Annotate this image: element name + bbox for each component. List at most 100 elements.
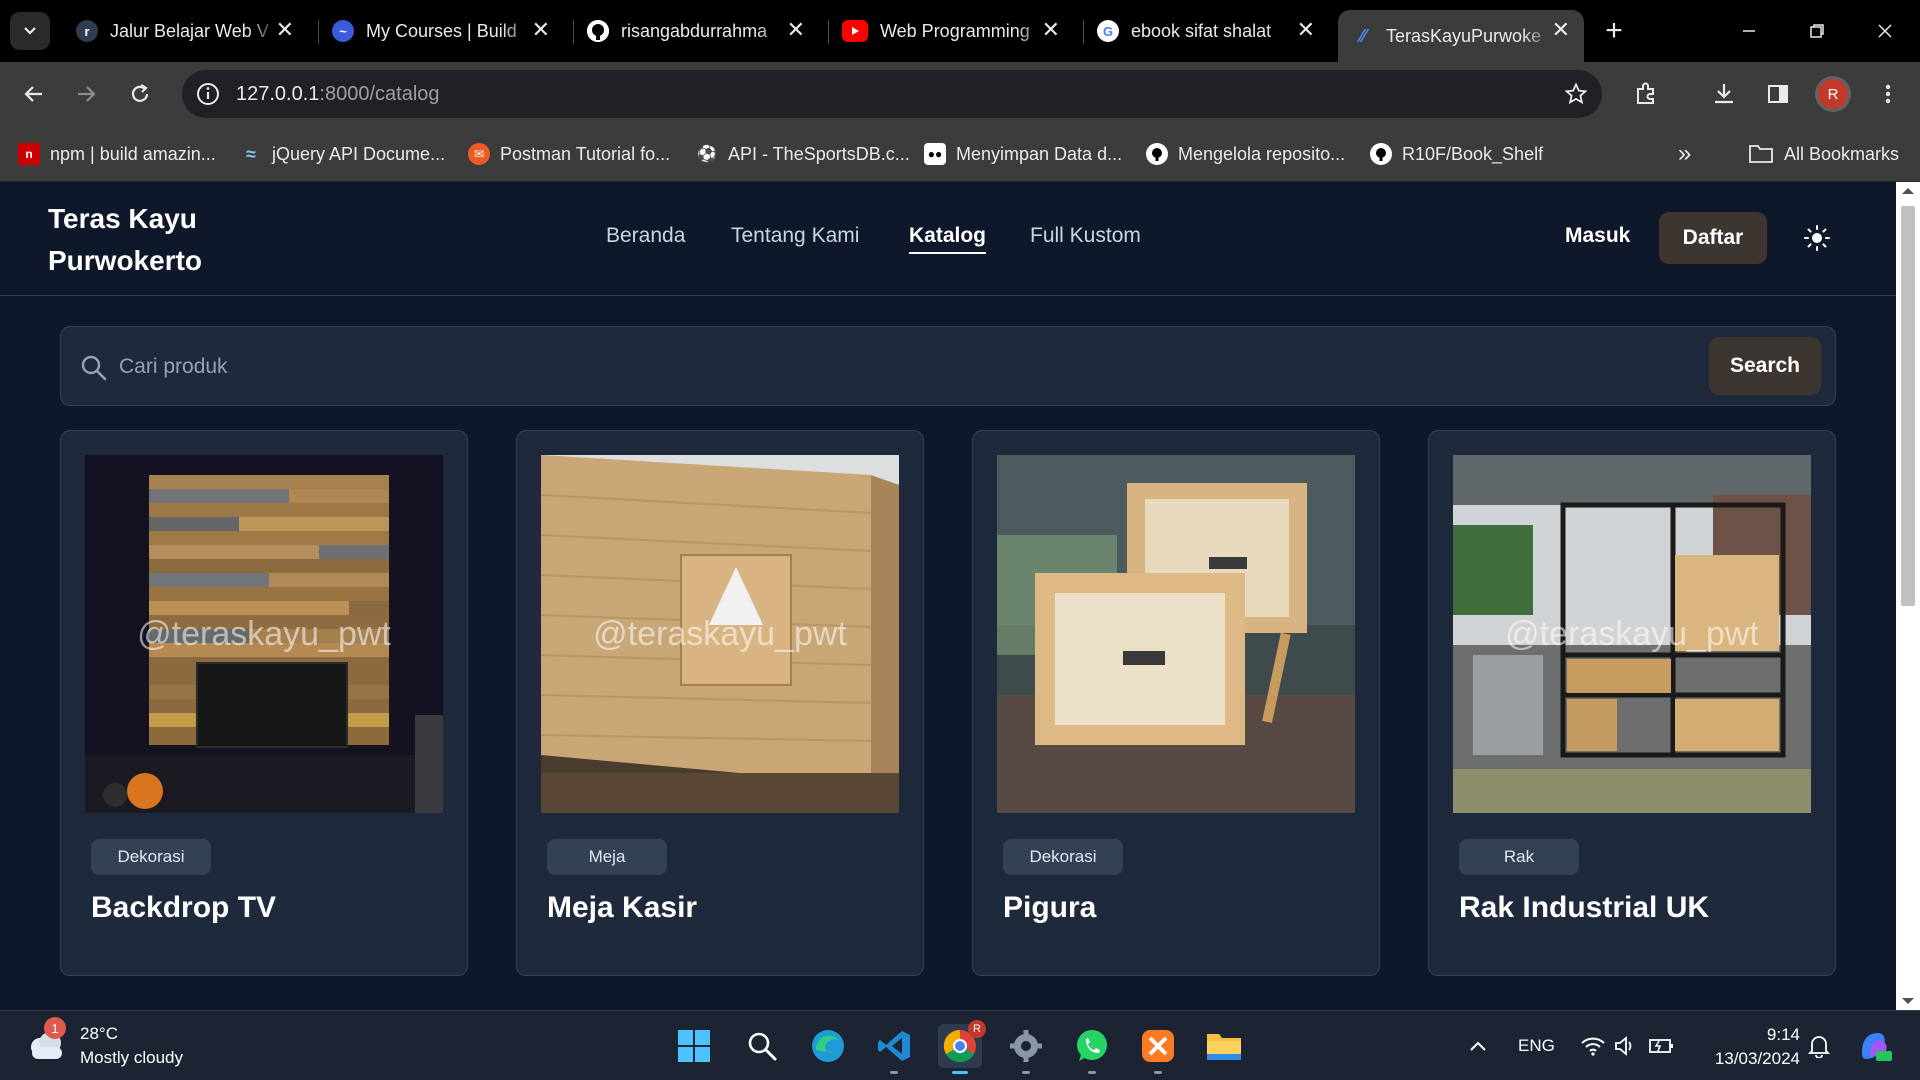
browser-menu-button[interactable] bbox=[1872, 78, 1904, 110]
browser-tab[interactable]: r Jalur Belajar Web V ✕ bbox=[62, 10, 308, 52]
windows-taskbar: 1 28°C Mostly cloudy R ENG 9:14 13/03/20… bbox=[0, 1010, 1920, 1080]
browser-tab[interactable]: Web Programming ✕ bbox=[828, 10, 1074, 52]
extensions-button[interactable] bbox=[1630, 78, 1662, 110]
product-name[interactable]: Pigura bbox=[1003, 891, 1096, 925]
close-tab-icon[interactable]: ✕ bbox=[276, 19, 294, 41]
bookmark-item[interactable]: ⚽ API - TheSportsDB.c... bbox=[696, 140, 910, 168]
notifications-button[interactable] bbox=[1808, 1011, 1830, 1080]
arrow-right-icon bbox=[78, 86, 96, 102]
bookmark-item[interactable]: Mengelola reposito... bbox=[1146, 140, 1345, 168]
bookmark-label: Postman Tutorial fo... bbox=[500, 143, 671, 164]
taskbar-xampp[interactable] bbox=[1136, 1024, 1180, 1074]
taskbar-edge[interactable] bbox=[806, 1024, 850, 1068]
browser-tab[interactable]: ~ My Courses | Build ✕ bbox=[318, 10, 564, 52]
product-card[interactable]: @teraskayu_pwt Rak Rak Industrial UK bbox=[1428, 430, 1836, 976]
bookmark-item[interactable]: ●● Menyimpan Data d... bbox=[924, 140, 1122, 168]
minimize-button[interactable] bbox=[1716, 0, 1782, 62]
clock-time: 9:14 bbox=[1766, 1025, 1800, 1044]
taskbar-chrome[interactable]: R bbox=[938, 1020, 986, 1074]
nav-link-katalog[interactable]: Katalog bbox=[909, 224, 987, 254]
copilot-button[interactable] bbox=[1856, 1011, 1892, 1080]
product-name[interactable]: Backdrop TV bbox=[91, 891, 276, 925]
product-image[interactable]: @teraskayu_pwt bbox=[541, 455, 899, 813]
search-button[interactable]: Search bbox=[1709, 337, 1821, 395]
download-icon bbox=[1715, 84, 1733, 104]
scroll-thumb[interactable] bbox=[1901, 206, 1915, 606]
product-name[interactable]: Meja Kasir bbox=[547, 891, 697, 925]
chevron-up-icon bbox=[1470, 1041, 1486, 1051]
nav-link-beranda[interactable]: Beranda bbox=[606, 224, 685, 248]
page-scrollbar[interactable] bbox=[1896, 182, 1920, 1010]
tray-overflow-button[interactable] bbox=[1468, 1011, 1488, 1080]
back-button[interactable] bbox=[16, 76, 52, 112]
reload-button[interactable] bbox=[122, 76, 158, 112]
star-icon[interactable] bbox=[1564, 82, 1588, 106]
address-bar[interactable]: 127.0.0.1:8000/catalog bbox=[182, 70, 1602, 118]
taskbar-whatsapp[interactable] bbox=[1070, 1024, 1114, 1074]
close-tab-icon[interactable]: ✕ bbox=[1297, 19, 1315, 41]
register-button[interactable]: Daftar bbox=[1659, 212, 1767, 264]
bookmark-item[interactable]: ≈ jQuery API Docume... bbox=[240, 140, 445, 168]
volume-control[interactable] bbox=[1614, 1011, 1638, 1080]
product-search-bar: Search bbox=[60, 326, 1836, 406]
image-watermark: @teraskayu_pwt bbox=[593, 615, 847, 653]
site-logo[interactable]: Teras Kayu Purwokerto bbox=[48, 198, 268, 282]
tab-title: Web Programming bbox=[880, 20, 1030, 41]
bookmark-item[interactable]: n npm | build amazin... bbox=[18, 140, 216, 168]
tab-title: risangabdurrahma bbox=[621, 20, 768, 41]
close-tab-icon[interactable]: ✕ bbox=[1042, 19, 1060, 41]
network-status[interactable] bbox=[1580, 1011, 1606, 1080]
side-panel-button[interactable] bbox=[1762, 78, 1794, 110]
scroll-up-icon[interactable] bbox=[1902, 188, 1914, 194]
close-tab-icon[interactable]: ✕ bbox=[532, 19, 550, 41]
start-button[interactable] bbox=[672, 1024, 716, 1068]
product-image[interactable]: @teraskayu_pwt bbox=[85, 455, 443, 813]
taskbar-file-explorer[interactable] bbox=[1202, 1024, 1246, 1068]
product-card[interactable]: @teraskayu_pwt Meja Meja Kasir bbox=[516, 430, 924, 976]
close-tab-icon[interactable]: ✕ bbox=[787, 19, 805, 41]
nav-link-full-kustom[interactable]: Full Kustom bbox=[1030, 224, 1141, 248]
product-card[interactable]: Dekorasi Pigura bbox=[972, 430, 1380, 976]
clock-date: 13/03/2024 bbox=[1714, 1049, 1800, 1068]
forward-button[interactable] bbox=[68, 76, 104, 112]
all-bookmarks-button[interactable]: All Bookmarks bbox=[1748, 140, 1899, 168]
taskbar-search-button[interactable] bbox=[740, 1024, 784, 1068]
browser-toolbar: 127.0.0.1:8000/catalog R bbox=[0, 62, 1920, 126]
product-image[interactable]: @teraskayu_pwt bbox=[1453, 455, 1811, 813]
bookmark-item[interactable]: R10F/Book_Shelf bbox=[1370, 140, 1543, 168]
product-card[interactable]: @teraskayu_pwt Dekorasi Backdrop TV bbox=[60, 430, 468, 976]
site-info-icon[interactable] bbox=[194, 80, 222, 108]
nav-link-tentang-kami[interactable]: Tentang Kami bbox=[731, 224, 859, 248]
browser-tab-active[interactable]: ⁄⁄ TerasKayuPurwoke ✕ bbox=[1338, 10, 1584, 62]
bookmarks-overflow-button[interactable]: » bbox=[1678, 140, 1691, 168]
product-image[interactable] bbox=[997, 455, 1355, 813]
browser-tab-strip: r Jalur Belajar Web V ✕ ~ My Courses | B… bbox=[0, 0, 1920, 62]
browser-tab[interactable]: risangabdurrahma ✕ bbox=[573, 10, 819, 52]
puzzle-icon bbox=[1637, 82, 1654, 104]
all-bookmarks-label: All Bookmarks bbox=[1784, 143, 1900, 164]
weather-widget[interactable]: 1 28°C Mostly cloudy bbox=[26, 1017, 183, 1073]
github-icon bbox=[1146, 143, 1168, 165]
login-link[interactable]: Masuk bbox=[1565, 224, 1630, 248]
system-clock[interactable]: 9:14 13/03/2024 bbox=[1700, 1023, 1800, 1071]
close-tab-icon[interactable]: ✕ bbox=[1552, 19, 1570, 41]
npm-icon: n bbox=[18, 143, 40, 165]
taskbar-vscode[interactable] bbox=[872, 1024, 916, 1074]
profile-avatar[interactable]: R bbox=[1818, 79, 1848, 109]
close-window-button[interactable] bbox=[1852, 0, 1918, 62]
sun-icon[interactable] bbox=[1803, 224, 1831, 252]
search-input[interactable] bbox=[119, 345, 1419, 389]
new-tab-button[interactable]: + bbox=[1596, 14, 1632, 50]
scroll-down-icon[interactable] bbox=[1902, 998, 1914, 1004]
browser-tab[interactable]: G ebook sifat shalat ✕ bbox=[1083, 10, 1329, 52]
product-name[interactable]: Rak Industrial UK bbox=[1459, 891, 1709, 925]
restore-button[interactable] bbox=[1784, 0, 1850, 62]
taskbar-settings[interactable] bbox=[1004, 1024, 1048, 1074]
battery-status[interactable] bbox=[1648, 1011, 1676, 1080]
downloads-button[interactable] bbox=[1708, 78, 1740, 110]
bookmark-item[interactable]: ✉ Postman Tutorial fo... bbox=[468, 140, 670, 168]
language-indicator[interactable]: ENG bbox=[1518, 1011, 1555, 1080]
weather-alert-badge: 1 bbox=[44, 1017, 66, 1039]
tab-search-button[interactable] bbox=[10, 12, 50, 50]
speaker-icon bbox=[1615, 1036, 1632, 1056]
